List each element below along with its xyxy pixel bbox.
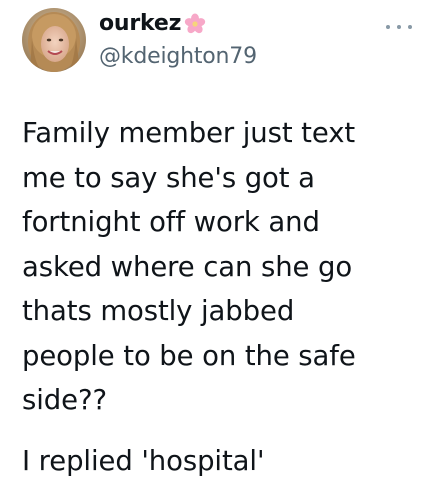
ellipsis-icon[interactable] [386, 22, 412, 32]
tweet-line: Family member just text [22, 117, 356, 149]
tweet-line: me to say she's got a [22, 161, 315, 194]
tweet-card: ourkez @kdeighton79 Family member just t… [0, 0, 430, 500]
user-names: ourkez @kdeighton79 [99, 8, 257, 70]
user-handle[interactable]: @kdeighton79 [99, 44, 257, 69]
tweet-text: Family member just text me to say she's … [22, 111, 418, 483]
display-name[interactable]: ourkez [99, 11, 181, 36]
tweet-reply-paragraph: I replied 'hospital' [22, 439, 418, 484]
tweet-line: side?? [22, 384, 107, 416]
tweet-line: I replied 'hospital' [22, 444, 265, 477]
tweet-header: ourkez @kdeighton79 [22, 8, 418, 78]
tweet-line: fortnight off work and [22, 206, 320, 238]
cherry-blossom-icon [184, 13, 206, 35]
tweet-line: people to be on the safe [22, 339, 356, 372]
tweet-line: asked where can she go [22, 250, 353, 283]
display-name-row: ourkez [99, 8, 257, 38]
tweet-line: thats mostly jabbed [22, 295, 295, 327]
avatar[interactable] [22, 8, 86, 72]
tweet-paragraph: Family member just text me to say she's … [22, 111, 418, 423]
